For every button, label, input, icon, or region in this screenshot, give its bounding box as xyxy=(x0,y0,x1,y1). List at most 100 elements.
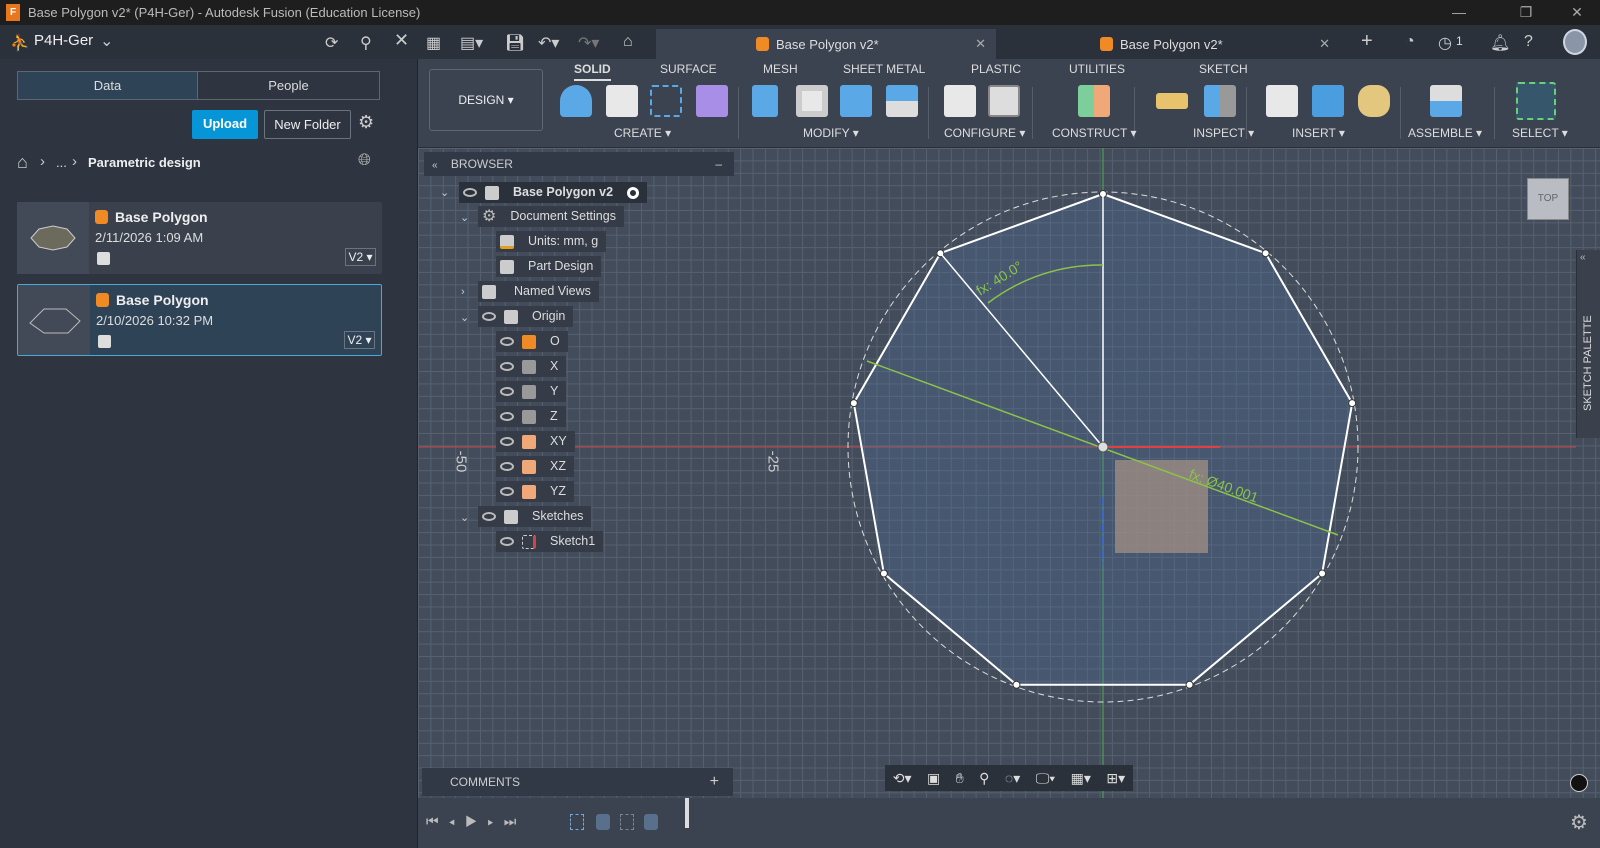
help-icon[interactable]: ? xyxy=(1524,33,1533,51)
eye-icon[interactable] xyxy=(482,512,496,521)
home-icon[interactable]: ⌂ xyxy=(623,33,633,51)
sketch-palette-collapsed[interactable]: « SKETCH PALETTE xyxy=(1576,250,1600,438)
chevron-down-icon[interactable]: ⌄ xyxy=(460,511,469,524)
combine-icon[interactable] xyxy=(840,85,872,117)
extensions-icon[interactable]: ◔ xyxy=(1405,33,1415,51)
home-icon[interactable]: ⌂ xyxy=(17,152,28,173)
tab-surface[interactable]: SURFACE xyxy=(660,62,717,76)
tab-document[interactable]: Base Polygon v2* ✕ xyxy=(1000,29,1340,59)
chevron-down-icon[interactable]: ⌄ xyxy=(100,31,113,51)
tree-item-part-design[interactable]: Part Design xyxy=(496,256,602,277)
tree-item-origin-xy[interactable]: XY xyxy=(496,431,575,452)
offset-plane-icon[interactable] xyxy=(1078,85,1110,117)
tree-item-origin-x[interactable]: X xyxy=(496,356,567,377)
globe-icon[interactable]: 🌐︎ xyxy=(358,152,371,170)
new-folder-button[interactable]: New Folder xyxy=(264,110,351,139)
timeline-extrude-icon[interactable] xyxy=(596,814,610,830)
create-menu[interactable]: CREATE ▾ xyxy=(614,126,671,140)
save-icon[interactable]: 💾︎ xyxy=(505,33,525,53)
tree-item-origin-yz[interactable]: YZ xyxy=(496,481,574,502)
insert-canvas-icon[interactable] xyxy=(1312,85,1344,117)
tab-sheet-metal[interactable]: SHEET METAL xyxy=(843,62,925,76)
eye-icon[interactable] xyxy=(500,362,514,371)
chevron-right-icon[interactable]: › xyxy=(461,286,465,298)
timeline-extrude-icon[interactable] xyxy=(644,814,658,830)
tree-item-sketches[interactable]: Sketches xyxy=(478,506,592,527)
viewports-icon[interactable]: ⊞▾ xyxy=(1106,770,1125,787)
apps-grid-icon[interactable]: ▦ xyxy=(426,33,441,53)
measure-icon[interactable] xyxy=(1156,93,1188,109)
split-body-icon[interactable] xyxy=(886,85,918,117)
tree-item-document-settings[interactable]: ⚙ Document Settings xyxy=(478,206,624,227)
minimize-button[interactable]: — xyxy=(1436,0,1482,25)
zoom-icon[interactable]: ⚲ xyxy=(979,770,989,787)
tab-plastic[interactable]: PLASTIC xyxy=(971,62,1021,76)
tab-sketch[interactable]: SKETCH xyxy=(1199,62,1248,76)
configure-icon[interactable] xyxy=(944,85,976,117)
file-card-selected[interactable]: Base Polygon 2/10/2026 10:32 PM V2 ▾ xyxy=(17,284,382,356)
chevron-down-icon[interactable]: ⌄ xyxy=(460,311,469,324)
minimize-browser-icon[interactable]: – xyxy=(715,152,722,176)
tree-item-origin-o[interactable]: O xyxy=(496,331,568,352)
pan-hand-icon[interactable]: ✋︎ xyxy=(956,770,964,787)
tree-item-origin-xz[interactable]: XZ xyxy=(496,456,574,477)
version-dropdown[interactable]: V2 ▾ xyxy=(344,331,375,349)
create-form-icon[interactable] xyxy=(696,85,728,117)
hole-icon[interactable] xyxy=(606,85,638,117)
expand-icon[interactable]: « xyxy=(1580,252,1586,263)
config-table-icon[interactable] xyxy=(988,85,1020,117)
timeline-sketch-icon[interactable] xyxy=(620,814,634,830)
close-tab-icon[interactable]: ✕ xyxy=(975,36,986,52)
tree-item-origin-z[interactable]: Z xyxy=(496,406,566,427)
user-avatar[interactable] xyxy=(1563,29,1587,55)
refresh-icon[interactable]: ⟳ xyxy=(325,33,338,53)
tree-item-root[interactable]: Base Polygon v2 xyxy=(459,182,648,203)
eye-icon[interactable] xyxy=(500,487,514,496)
tab-data[interactable]: Data xyxy=(17,71,198,100)
configure-menu[interactable]: CONFIGURE ▾ xyxy=(944,126,1025,140)
eye-icon[interactable] xyxy=(500,387,514,396)
inspect-menu[interactable]: INSPECT ▾ xyxy=(1193,126,1254,140)
timeline-controls[interactable]: ⏮◂▶▸⏭ xyxy=(426,813,526,830)
eye-icon[interactable] xyxy=(500,437,514,446)
tree-item-sketch1[interactable]: Sketch1 xyxy=(496,531,604,552)
new-tab-icon[interactable]: + xyxy=(1361,30,1373,53)
restore-button[interactable]: ❐ xyxy=(1503,0,1549,25)
eye-icon[interactable] xyxy=(500,337,514,346)
add-comment-button[interactable]: + xyxy=(710,768,719,796)
close-window-button[interactable]: ✕ xyxy=(1554,0,1600,25)
orbit-icon[interactable]: ⟲▾ xyxy=(893,770,912,787)
tree-item-units[interactable]: Units: mm, g xyxy=(496,231,607,252)
revolve-icon[interactable] xyxy=(560,85,592,117)
notifications-icon[interactable]: 🔔︎ xyxy=(1490,33,1510,53)
tab-document-active[interactable]: Base Polygon v2* ✕ xyxy=(656,29,996,59)
press-pull-icon[interactable] xyxy=(752,85,778,117)
tab-people[interactable]: People xyxy=(197,71,380,100)
tree-item-named-views[interactable]: Named Views xyxy=(478,281,599,302)
comments-panel[interactable]: COMMENTS + xyxy=(422,768,733,796)
workspace-switcher[interactable]: DESIGN ▾ xyxy=(429,69,543,131)
tree-item-origin[interactable]: Origin xyxy=(478,306,574,327)
collapse-icon[interactable]: « xyxy=(432,160,438,171)
settings-gear-icon[interactable]: ⚙ xyxy=(358,112,374,133)
close-tab-icon[interactable]: ✕ xyxy=(1319,36,1330,52)
render-quality-icon[interactable] xyxy=(1570,774,1588,792)
timeline-sketch-icon[interactable] xyxy=(570,814,584,830)
eye-icon[interactable] xyxy=(500,412,514,421)
file-card[interactable]: Base Polygon 2/11/2026 1:09 AM V2 ▾ xyxy=(17,202,382,274)
fit-icon[interactable]: ◌▾ xyxy=(1005,770,1020,787)
eye-icon[interactable] xyxy=(463,188,477,197)
assemble-menu[interactable]: ASSEMBLE ▾ xyxy=(1408,126,1482,140)
select-menu[interactable]: SELECT ▾ xyxy=(1512,126,1568,140)
timeline-marker[interactable] xyxy=(685,798,689,828)
browser-panel-header[interactable]: « BROWSER – xyxy=(424,152,734,176)
timeline-settings-gear-icon[interactable]: ⚙ xyxy=(1570,810,1588,835)
display-settings-icon[interactable]: 🖵︎▾ xyxy=(1036,770,1055,787)
insert-derive-icon[interactable] xyxy=(1266,85,1298,117)
eye-icon[interactable] xyxy=(500,462,514,471)
insert-mesh-icon[interactable] xyxy=(1358,85,1390,117)
team-switcher[interactable]: P4H-Ger xyxy=(34,32,93,49)
eye-icon[interactable] xyxy=(500,537,514,546)
tree-item-origin-y[interactable]: Y xyxy=(496,381,567,402)
pattern-icon[interactable] xyxy=(650,85,682,117)
